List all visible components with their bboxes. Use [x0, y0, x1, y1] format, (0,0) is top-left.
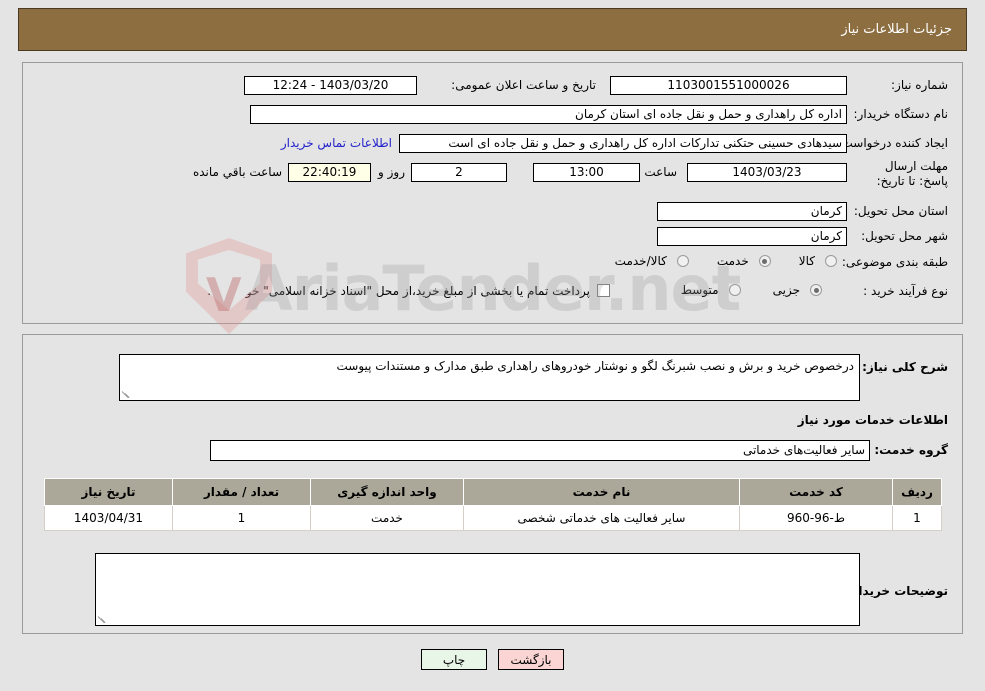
process-radio-group: جزیی متوسط — [681, 283, 822, 297]
category-option-label: کالا — [798, 254, 815, 268]
general-description-textarea[interactable]: درخصوص خرید و برش و نصب شبرنگ لگو و نوشت… — [119, 354, 860, 401]
table-header-row: ردیف کد خدمت نام خدمت واحد اندازه گیری ت… — [44, 478, 942, 506]
footer-actions: بازگشت چاپ — [0, 649, 985, 670]
city-label: شهر محل تحویل: — [861, 229, 948, 243]
cell-index: 1 — [892, 505, 942, 531]
cell-qty: 1 — [172, 505, 311, 531]
category-option-goods[interactable]: کالا — [799, 254, 837, 268]
province-field[interactable]: کرمان — [657, 202, 847, 221]
creator-field[interactable]: سیدهادی حسینی حتکنی تدارکات اداره کل راه… — [399, 134, 847, 153]
announce-label: تاریخ و ساعت اعلان عمومی: — [451, 78, 596, 92]
category-option-label: خدمت — [716, 254, 749, 268]
treasury-note-label: پرداخت تمام یا بخشی از مبلغ خرید،از محل … — [207, 284, 590, 298]
process-option-minor[interactable]: جزیی — [773, 283, 822, 297]
row-creator: ایجاد کننده درخواست: — [837, 136, 948, 150]
service-group-field[interactable]: سایر فعالیت‌های خدماتی — [210, 440, 870, 461]
process-option-label: متوسط — [680, 283, 719, 297]
days-remaining-field[interactable]: 2 — [411, 163, 507, 182]
col-unit: واحد اندازه گیری — [310, 478, 464, 506]
countdown-field[interactable]: 22:40:19 — [288, 163, 371, 182]
buyer-notes-textarea[interactable] — [95, 553, 860, 626]
row-need-number: شماره نیاز: — [891, 78, 948, 92]
deadline-date-field[interactable]: 1403/03/23 — [687, 163, 847, 182]
announce-datetime-field[interactable]: 1403/03/20 - 12:24 — [244, 76, 417, 95]
row-buyer-org: نام دستگاه خریدار: — [854, 107, 949, 121]
services-table: ردیف کد خدمت نام خدمت واحد اندازه گیری ت… — [44, 478, 942, 531]
city-field[interactable]: کرمان — [657, 227, 847, 246]
province-label: استان محل تحویل: — [853, 204, 948, 218]
col-code: کد خدمت — [739, 478, 893, 506]
row-city: شهر محل تحویل: — [861, 229, 948, 243]
need-info-panel: شماره نیاز: 1103001551000026 تاریخ و ساع… — [22, 62, 963, 324]
back-button[interactable]: بازگشت — [498, 649, 564, 670]
page-header-bar: جزئیات اطلاعات نیاز — [18, 8, 967, 51]
process-option-label: جزیی — [772, 283, 800, 297]
creator-label: ایجاد کننده درخواست: — [837, 136, 948, 150]
service-group-label: گروه خدمت: — [874, 443, 948, 457]
hour-label: ساعت — [644, 165, 677, 179]
countdown-label: ساعت باقي مانده — [192, 165, 282, 179]
treasury-docs-checkbox[interactable] — [597, 284, 610, 297]
radio-icon[interactable] — [810, 284, 822, 296]
table-row[interactable]: 1 ط-96-960 سایر فعالیت های خدماتی شخصی خ… — [44, 505, 942, 531]
print-button[interactable]: چاپ — [421, 649, 487, 670]
category-option-label: کالا/خدمت — [614, 254, 667, 268]
category-option-goods-service[interactable]: کالا/خدمت — [615, 254, 689, 268]
radio-icon[interactable] — [758, 255, 771, 267]
category-option-service[interactable]: خدمت — [717, 254, 771, 268]
buyer-org-label: نام دستگاه خریدار: — [853, 107, 949, 121]
cell-name: سایر فعالیت های خدماتی شخصی — [463, 505, 740, 531]
row-province: استان محل تحویل: — [854, 204, 948, 218]
row-deadline-label: مهلت ارسال پاسخ: تا تاریخ: — [853, 159, 948, 189]
deadline-label: مهلت ارسال پاسخ: تا تاریخ: — [876, 159, 948, 188]
col-qty: تعداد / مقدار — [172, 478, 311, 506]
row-process: نوع فرآیند خرید : — [863, 284, 948, 298]
days-label: روز و — [378, 165, 405, 179]
general-description-text: درخصوص خرید و برش و نصب شبرنگ لگو و نوشت… — [336, 359, 854, 373]
process-label: نوع فرآیند خرید : — [863, 284, 948, 298]
radio-icon[interactable] — [825, 255, 837, 267]
services-table-wrapper: ردیف کد خدمت نام خدمت واحد اندازه گیری ت… — [44, 478, 942, 531]
services-section-heading: اطلاعات خدمات مورد نیاز — [797, 413, 948, 427]
resize-grip-icon[interactable] — [97, 614, 108, 624]
need-number-field[interactable]: 1103001551000026 — [610, 76, 847, 95]
cell-date: 1403/04/31 — [44, 505, 173, 531]
radio-icon[interactable] — [676, 255, 689, 267]
row-category: طبقه بندی موضوعی: — [842, 255, 948, 269]
category-label: طبقه بندی موضوعی: — [841, 255, 948, 269]
need-number-label: شماره نیاز: — [891, 78, 948, 92]
buyer-notes-label: توضیحات خریدار: — [846, 584, 948, 598]
hour-field[interactable]: 13:00 — [533, 163, 640, 182]
need-description-panel: شرح کلی نیاز: درخصوص خرید و برش و نصب شب… — [22, 334, 963, 634]
buyer-contact-link[interactable]: اطلاعات تماس خریدار — [281, 136, 392, 150]
col-name: نام خدمت — [463, 478, 740, 506]
resize-grip-icon[interactable] — [121, 389, 132, 399]
category-radio-group: کالا خدمت کالا/خدمت — [615, 254, 837, 268]
cell-code: ط-96-960 — [739, 505, 893, 531]
page-root: جزئیات اطلاعات نیاز V AriaTender.net شما… — [0, 0, 985, 691]
row-announce-label: تاریخ و ساعت اعلان عمومی: — [451, 78, 596, 92]
general-description-label: شرح کلی نیاز: — [862, 360, 948, 374]
col-index: ردیف — [892, 478, 942, 506]
page-title: جزئیات اطلاعات نیاز — [841, 22, 952, 37]
process-option-medium[interactable]: متوسط — [681, 283, 741, 297]
col-date: تاریخ نیاز — [44, 478, 173, 506]
cell-unit: خدمت — [310, 505, 464, 531]
radio-icon[interactable] — [728, 284, 741, 296]
buyer-org-field[interactable]: اداره کل راهداری و حمل و نقل جاده ای است… — [250, 105, 847, 124]
